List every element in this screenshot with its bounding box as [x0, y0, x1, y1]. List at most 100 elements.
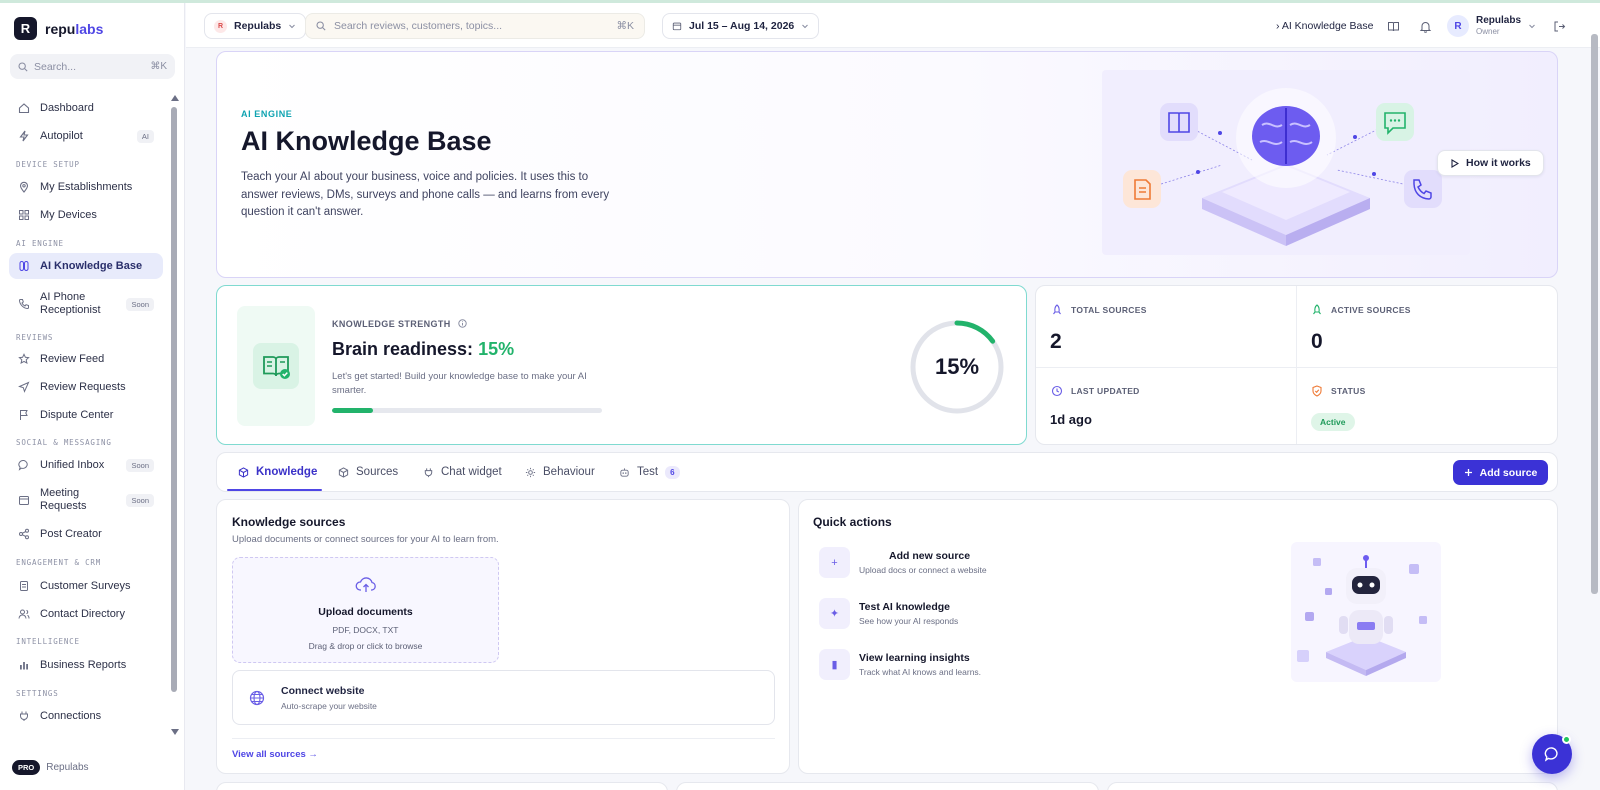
- section-reviews: REVIEWS: [16, 333, 54, 342]
- send-icon: [18, 381, 30, 393]
- brain-readiness-title: Brain readiness: 15%: [332, 339, 515, 359]
- add-source-button[interactable]: Add source: [1453, 460, 1548, 485]
- quick-action-subtitle: See how your AI responds: [859, 616, 959, 626]
- active-sources-label: ACTIVE SOURCES: [1311, 304, 1411, 316]
- quick-action-view-learning-insights[interactable]: ▮ View learning insights Track what AI k…: [819, 649, 981, 680]
- status-badge: Active: [1311, 413, 1355, 431]
- knowledge-sources-subtitle: Upload documents or connect sources for …: [232, 534, 499, 545]
- sidebar-item-establishments[interactable]: My Establishments: [9, 174, 163, 200]
- cube-icon: [338, 466, 349, 478]
- sidebar-item-customer-surveys[interactable]: Customer Surveys: [9, 573, 163, 599]
- location-pin-icon: [18, 181, 30, 193]
- sidebar-item-autopilot[interactable]: Autopilot AI: [9, 123, 163, 149]
- book-icon[interactable]: [1387, 20, 1400, 33]
- sidebar-item-ai-phone-receptionist[interactable]: AI Phone Receptionist Soon: [9, 286, 163, 322]
- sidebar-item-ai-knowledge-base[interactable]: AI Knowledge Base: [9, 253, 163, 279]
- info-icon[interactable]: [457, 319, 467, 328]
- cube-icon: [238, 466, 249, 478]
- robot-face-icon: [620, 467, 629, 477]
- connect-website-title: Connect website: [281, 685, 365, 697]
- sidebar-item-contact-directory[interactable]: Contact Directory: [9, 601, 163, 627]
- pro-badge: PRO: [12, 760, 41, 775]
- tab-test[interactable]: Test 6: [619, 453, 680, 491]
- user-role: Owner: [1476, 27, 1500, 36]
- shield-check-icon: [1312, 385, 1322, 397]
- logo[interactable]: R repulabs: [14, 17, 103, 40]
- sidebar-item-review-requests[interactable]: Review Requests: [9, 374, 163, 400]
- sidebar-footer[interactable]: PRO Repulabs: [12, 760, 89, 775]
- tab-sources[interactable]: Sources: [338, 453, 398, 491]
- org-switcher[interactable]: R Repulabs: [204, 13, 307, 39]
- sidebar-scrollbar[interactable]: [171, 95, 179, 739]
- connect-website-button[interactable]: Connect website Auto-scrape your website: [232, 670, 775, 725]
- ai-badge: AI: [136, 129, 154, 143]
- tab-behaviour[interactable]: Behaviour: [525, 453, 595, 491]
- quick-action-add-new-source[interactable]: + Add new source Upload docs or connect …: [819, 547, 987, 578]
- user-avatar[interactable]: R: [1447, 15, 1469, 37]
- user-name[interactable]: Repulabs: [1476, 15, 1521, 26]
- home-icon: [18, 102, 30, 114]
- global-search-input[interactable]: Search reviews, customers, topics... ⌘K: [305, 13, 645, 39]
- main-scrollbar-thumb[interactable]: [1591, 34, 1598, 594]
- sidebar-item-meeting-requests[interactable]: Meeting Requests Soon: [9, 482, 163, 518]
- breadcrumb: › AI Knowledge Base: [1276, 20, 1374, 32]
- sidebar-search-input[interactable]: Search... ⌘K: [10, 54, 175, 79]
- logout-icon[interactable]: [1553, 20, 1566, 33]
- org-name: Repulabs: [234, 20, 282, 32]
- bell-icon[interactable]: [1419, 20, 1432, 33]
- brain-illustration: [1102, 70, 1470, 255]
- stats-divider-horizontal: [1036, 367, 1557, 368]
- sidebar-item-unified-inbox[interactable]: Unified Inbox Soon: [9, 452, 163, 478]
- chevron-down-icon: [802, 24, 809, 29]
- knowledge-sources-title: Knowledge sources: [232, 515, 346, 529]
- open-book-check-icon: [263, 356, 290, 379]
- sidebar-item-review-feed[interactable]: Review Feed: [9, 346, 163, 372]
- sidebar-item-devices[interactable]: My Devices: [9, 202, 163, 228]
- hero-banner: AI ENGINE AI Knowledge Base Teach your A…: [216, 51, 1558, 278]
- star-icon: [18, 353, 30, 365]
- upload-title: Upload documents: [318, 606, 413, 618]
- global-search-placeholder: Search reviews, customers, topics...: [334, 20, 503, 32]
- sun-icon: [525, 467, 536, 477]
- status-label: STATUS: [1311, 385, 1366, 397]
- chat-bubble-icon: [1544, 747, 1558, 762]
- scroll-up-arrow-icon[interactable]: [171, 95, 179, 101]
- org-avatar: R: [214, 19, 227, 33]
- sidebar-item-post-creator[interactable]: Post Creator: [9, 521, 163, 547]
- sidebar-scroll-thumb[interactable]: [171, 107, 177, 692]
- sidebar-item-label: Post Creator: [40, 527, 102, 540]
- upload-file-types: PDF, DOCX, TXT: [332, 625, 399, 635]
- tab-knowledge[interactable]: Knowledge: [238, 453, 317, 491]
- sidebar-item-label: My Establishments: [40, 180, 133, 193]
- view-all-sources-link[interactable]: View all sources →: [232, 749, 318, 760]
- upload-documents-dropzone[interactable]: Upload documents PDF, DOCX, TXT Drag & d…: [232, 557, 499, 663]
- sidebar-item-dashboard[interactable]: Dashboard: [9, 95, 163, 121]
- last-updated-value: 1d ago: [1050, 412, 1092, 427]
- logo-mark: R: [14, 17, 37, 40]
- quick-actions-card: Quick actions + Add new source Upload do…: [798, 499, 1558, 774]
- sidebar-item-label: Customer Surveys: [40, 579, 131, 592]
- sidebar-item-label: Meeting Requests: [40, 487, 87, 512]
- strength-description: Let's get started! Build your knowledge …: [332, 371, 587, 396]
- sidebar-item-dispute-center[interactable]: Dispute Center: [9, 402, 163, 428]
- readiness-ring: 15%: [910, 320, 1004, 414]
- chevron-down-icon[interactable]: [1528, 22, 1536, 30]
- sidebar-item-connections[interactable]: Connections: [9, 703, 163, 729]
- sidebar-item-label: Unified Inbox: [40, 458, 105, 471]
- strength-kicker: KNOWLEDGE STRENGTH: [332, 319, 467, 329]
- tab-chat-widget[interactable]: Chat widget: [423, 453, 502, 491]
- sidebar-item-label: Connections: [40, 709, 102, 722]
- hero-kicker: AI ENGINE: [241, 109, 293, 119]
- sidebar-item-business-reports[interactable]: Business Reports: [9, 652, 163, 678]
- active-sources-value: 0: [1311, 330, 1323, 353]
- scroll-down-arrow-icon[interactable]: [171, 729, 179, 735]
- chat-support-button[interactable]: [1532, 734, 1572, 774]
- how-it-works-button[interactable]: How it works: [1437, 150, 1544, 176]
- soon-badge: Soon: [126, 493, 154, 507]
- readiness-progress-fill: [332, 408, 373, 413]
- quick-action-test-ai-knowledge[interactable]: ✦ Test AI knowledge See how your AI resp…: [819, 598, 958, 629]
- online-indicator: [1562, 735, 1571, 744]
- footer-org-name: Repulabs: [46, 762, 89, 773]
- date-range-picker[interactable]: Jul 15 – Aug 14, 2026: [662, 13, 820, 39]
- knowledge-strength-card: KNOWLEDGE STRENGTH Brain readiness: 15% …: [216, 285, 1027, 445]
